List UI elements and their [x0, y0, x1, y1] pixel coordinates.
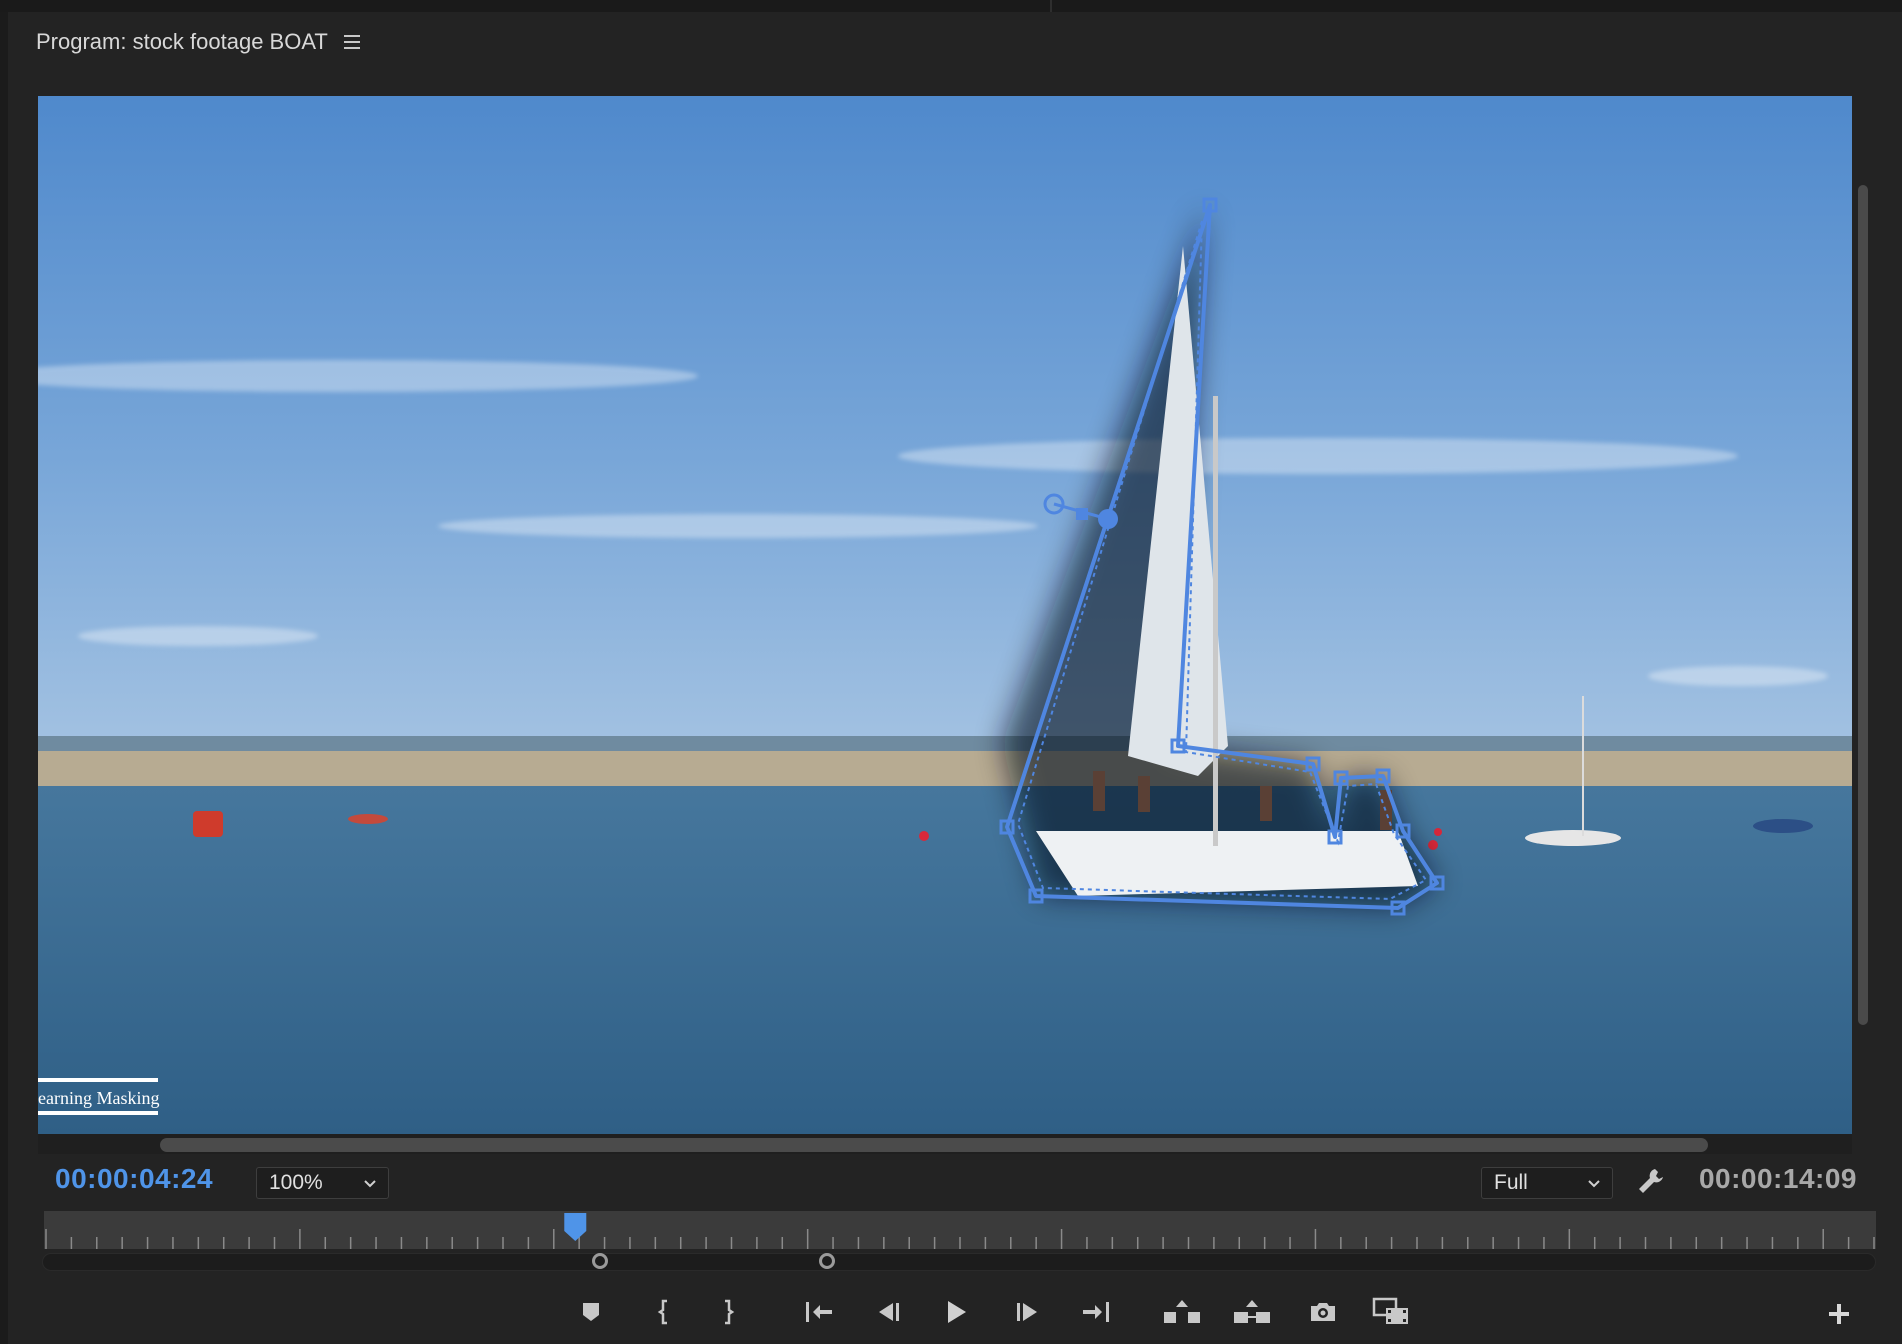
panel-title: Program: stock footage BOAT — [36, 29, 328, 54]
playhead[interactable] — [564, 1213, 587, 1241]
add-button[interactable] — [1821, 1296, 1857, 1332]
go-to-in-icon — [806, 1302, 832, 1322]
panel-header: Program: stock footage BOAT — [36, 24, 360, 60]
top-strip — [0, 0, 1902, 12]
vertical-scrollbar[interactable] — [1858, 185, 1868, 1025]
chevron-down-icon — [1588, 1180, 1600, 1188]
go-to-in-button[interactable] — [799, 1292, 839, 1332]
add-marker-button[interactable] — [571, 1292, 611, 1332]
left-edge — [0, 12, 8, 1344]
lift-icon — [1164, 1300, 1200, 1323]
zoom-level-value: 100% — [269, 1171, 323, 1194]
camera-icon — [1311, 1303, 1335, 1321]
plus-icon — [1829, 1304, 1849, 1324]
current-timecode[interactable]: 00:00:04:24 — [55, 1163, 213, 1195]
chevron-down-icon — [364, 1180, 376, 1188]
duration-timecode: 00:00:14:09 — [1698, 1163, 1857, 1194]
horizontal-scrollbar[interactable] — [160, 1138, 1708, 1152]
transport-controls — [0, 1292, 1902, 1332]
export-frame-button[interactable] — [1303, 1292, 1343, 1332]
step-forward-button[interactable] — [1008, 1292, 1048, 1332]
go-to-out-icon — [1083, 1302, 1109, 1322]
panel-divider — [1050, 0, 1052, 12]
time-ruler[interactable] — [44, 1211, 1876, 1249]
hamburger-menu-icon[interactable] — [343, 35, 360, 49]
step-forward-icon — [1017, 1303, 1037, 1321]
zoom-handle-left[interactable] — [592, 1253, 608, 1269]
go-to-out-button[interactable] — [1076, 1292, 1116, 1332]
video-frame: earning Masking — [38, 96, 1852, 1134]
mark-out-icon — [725, 1299, 735, 1325]
mark-out-button[interactable] — [708, 1292, 748, 1332]
ruler-ticks — [45, 1213, 1875, 1249]
zoom-level-dropdown[interactable]: 100% — [256, 1167, 389, 1199]
watermark-text: earning Masking — [38, 1088, 159, 1108]
comparison-view-button[interactable] — [1372, 1292, 1412, 1332]
playback-resolution-dropdown[interactable]: Full — [1481, 1167, 1613, 1199]
extract-icon — [1234, 1300, 1270, 1323]
step-back-button[interactable] — [868, 1292, 908, 1332]
mark-in-button[interactable] — [644, 1292, 684, 1332]
play-icon — [948, 1301, 966, 1323]
extract-button[interactable] — [1232, 1292, 1272, 1332]
program-monitor-viewer[interactable]: earning Masking — [38, 96, 1852, 1134]
resolution-value: Full — [1494, 1171, 1528, 1194]
mark-in-icon — [657, 1299, 667, 1325]
lift-button[interactable] — [1162, 1292, 1202, 1332]
zoom-scroll-bar[interactable] — [42, 1253, 1876, 1271]
zoom-handle-right[interactable] — [819, 1253, 835, 1269]
play-button[interactable] — [936, 1292, 976, 1332]
step-back-icon — [879, 1303, 899, 1321]
wrench-icon[interactable] — [1636, 1166, 1666, 1196]
comparison-icon — [1372, 1297, 1408, 1324]
marker-icon — [583, 1303, 599, 1321]
